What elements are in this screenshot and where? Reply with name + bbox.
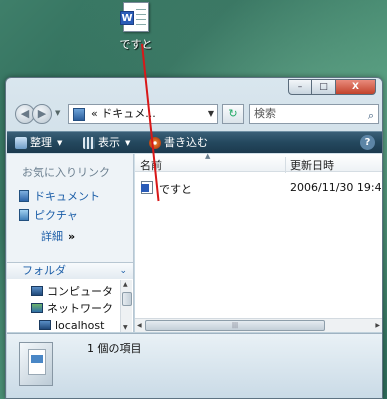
burn-button[interactable]: 書き込む	[149, 135, 208, 151]
word-badge: W	[120, 11, 134, 25]
document-icon	[19, 190, 29, 202]
column-name[interactable]: 名前	[140, 157, 162, 173]
folders-panel: フォルダ ⌄ コンピュータ ネットワーク localhost ▲ ▼	[7, 262, 133, 332]
address-dropdown-icon[interactable]: ▼	[208, 105, 214, 123]
word-document-icon	[141, 181, 153, 194]
search-icon[interactable]: ⌕	[368, 107, 374, 125]
network-icon	[31, 303, 43, 313]
tree-item-label: コンピュータ	[47, 285, 113, 298]
refresh-button[interactable]: ↻	[222, 104, 244, 124]
file-name: ですと	[159, 183, 192, 196]
favorite-link-pictures[interactable]: ピクチャ	[19, 208, 78, 222]
views-icon	[83, 137, 95, 149]
more-label: 詳細	[41, 230, 63, 243]
word-document-icon: W	[120, 2, 149, 32]
tree-item-label: ネットワーク	[47, 302, 113, 315]
folders-header[interactable]: フォルダ ⌄	[7, 263, 133, 279]
history-dropdown-icon[interactable]: ▼	[55, 109, 60, 117]
scroll-right-icon[interactable]: ▶	[375, 322, 380, 329]
computer-icon	[31, 286, 43, 296]
column-modified[interactable]: 更新日時	[285, 157, 334, 173]
sort-arrow-icon: ▲	[205, 152, 211, 160]
address-text: « ドキュメ...	[91, 107, 156, 120]
help-icon[interactable]: ?	[360, 135, 375, 150]
minimize-button[interactable]: –	[288, 79, 312, 95]
more-links[interactable]: 詳細 »	[41, 229, 76, 244]
details-pane: 1 個の項目	[7, 333, 382, 398]
favorite-link-documents[interactable]: ドキュメント	[19, 189, 100, 203]
scrollbar-thumb[interactable]	[122, 292, 132, 306]
picture-icon	[19, 209, 29, 221]
search-placeholder: 検索	[254, 107, 276, 120]
chevron-down-icon: ▼	[125, 139, 131, 147]
favorite-link-label: ピクチャ	[34, 209, 78, 222]
favorite-links-header: お気に入りリンク	[22, 166, 110, 179]
desktop-file-icon[interactable]: W ですと	[108, 2, 164, 52]
folder-preview-icon	[19, 342, 53, 386]
scrollbar-thumb[interactable]: |||	[145, 320, 325, 331]
folders-label: フォルダ	[22, 264, 66, 277]
computer-icon	[39, 320, 51, 330]
caption-buttons: – □ X	[288, 79, 376, 95]
tree-item-network[interactable]: ネットワーク	[31, 301, 113, 315]
folder-icon	[73, 108, 85, 121]
organize-icon	[15, 137, 27, 149]
scroll-left-icon[interactable]: ◀	[137, 322, 142, 329]
navigation-pane: お気に入りリンク ドキュメント ピクチャ 詳細 » フォルダ ⌄ コンピュータ …	[7, 154, 134, 332]
item-count: 1 個の項目	[87, 342, 142, 355]
favorite-link-label: ドキュメント	[34, 190, 100, 203]
organize-button[interactable]: 整理 ▼	[15, 135, 62, 151]
double-chevron-icon: »	[68, 229, 76, 243]
desktop-file-label: ですと	[119, 38, 153, 51]
tree-item-label: localhost	[55, 318, 105, 332]
file-modified: 2006/11/30 19:42	[290, 181, 383, 194]
forward-button[interactable]: ▶	[32, 104, 52, 124]
chevron-down-icon: ▼	[57, 139, 63, 147]
tree-item-localhost[interactable]: localhost	[39, 318, 104, 332]
address-row: ◀ ▶ ▼ « ドキュメ... ▼ ↻ 検索 ⌕	[12, 103, 380, 125]
address-bar[interactable]: « ドキュメ... ▼	[68, 104, 218, 124]
scroll-up-icon[interactable]: ▲	[123, 281, 128, 288]
file-list-scrollbar[interactable]: ◀ ||| ▶	[135, 318, 382, 332]
burn-label: 書き込む	[164, 136, 208, 149]
close-button[interactable]: X	[336, 79, 376, 95]
folders-scrollbar[interactable]: ▲ ▼	[120, 280, 132, 332]
file-list-pane: ▲ 名前 更新日時 ですと 2006/11/30 19:42 ◀ ||| ▶	[135, 152, 383, 332]
chevron-down-icon: ⌄	[119, 266, 127, 276]
organize-label: 整理	[30, 136, 52, 149]
search-input[interactable]: 検索 ⌕	[249, 104, 379, 124]
tree-item-computer[interactable]: コンピュータ	[31, 284, 113, 298]
column-headers: ▲ 名前 更新日時	[135, 152, 382, 173]
file-row[interactable]: ですと 2006/11/30 19:42	[137, 180, 383, 196]
maximize-button[interactable]: □	[312, 79, 336, 95]
views-button[interactable]: 表示 ▼	[83, 135, 130, 151]
scroll-down-icon[interactable]: ▼	[123, 324, 128, 331]
views-label: 表示	[98, 136, 120, 149]
explorer-window: – □ X ◀ ▶ ▼ « ドキュメ... ▼ ↻ 検索 ⌕ 整理 ▼ 表示 ▼	[5, 77, 383, 399]
command-toolbar: 整理 ▼ 表示 ▼ 書き込む ?	[7, 131, 382, 153]
